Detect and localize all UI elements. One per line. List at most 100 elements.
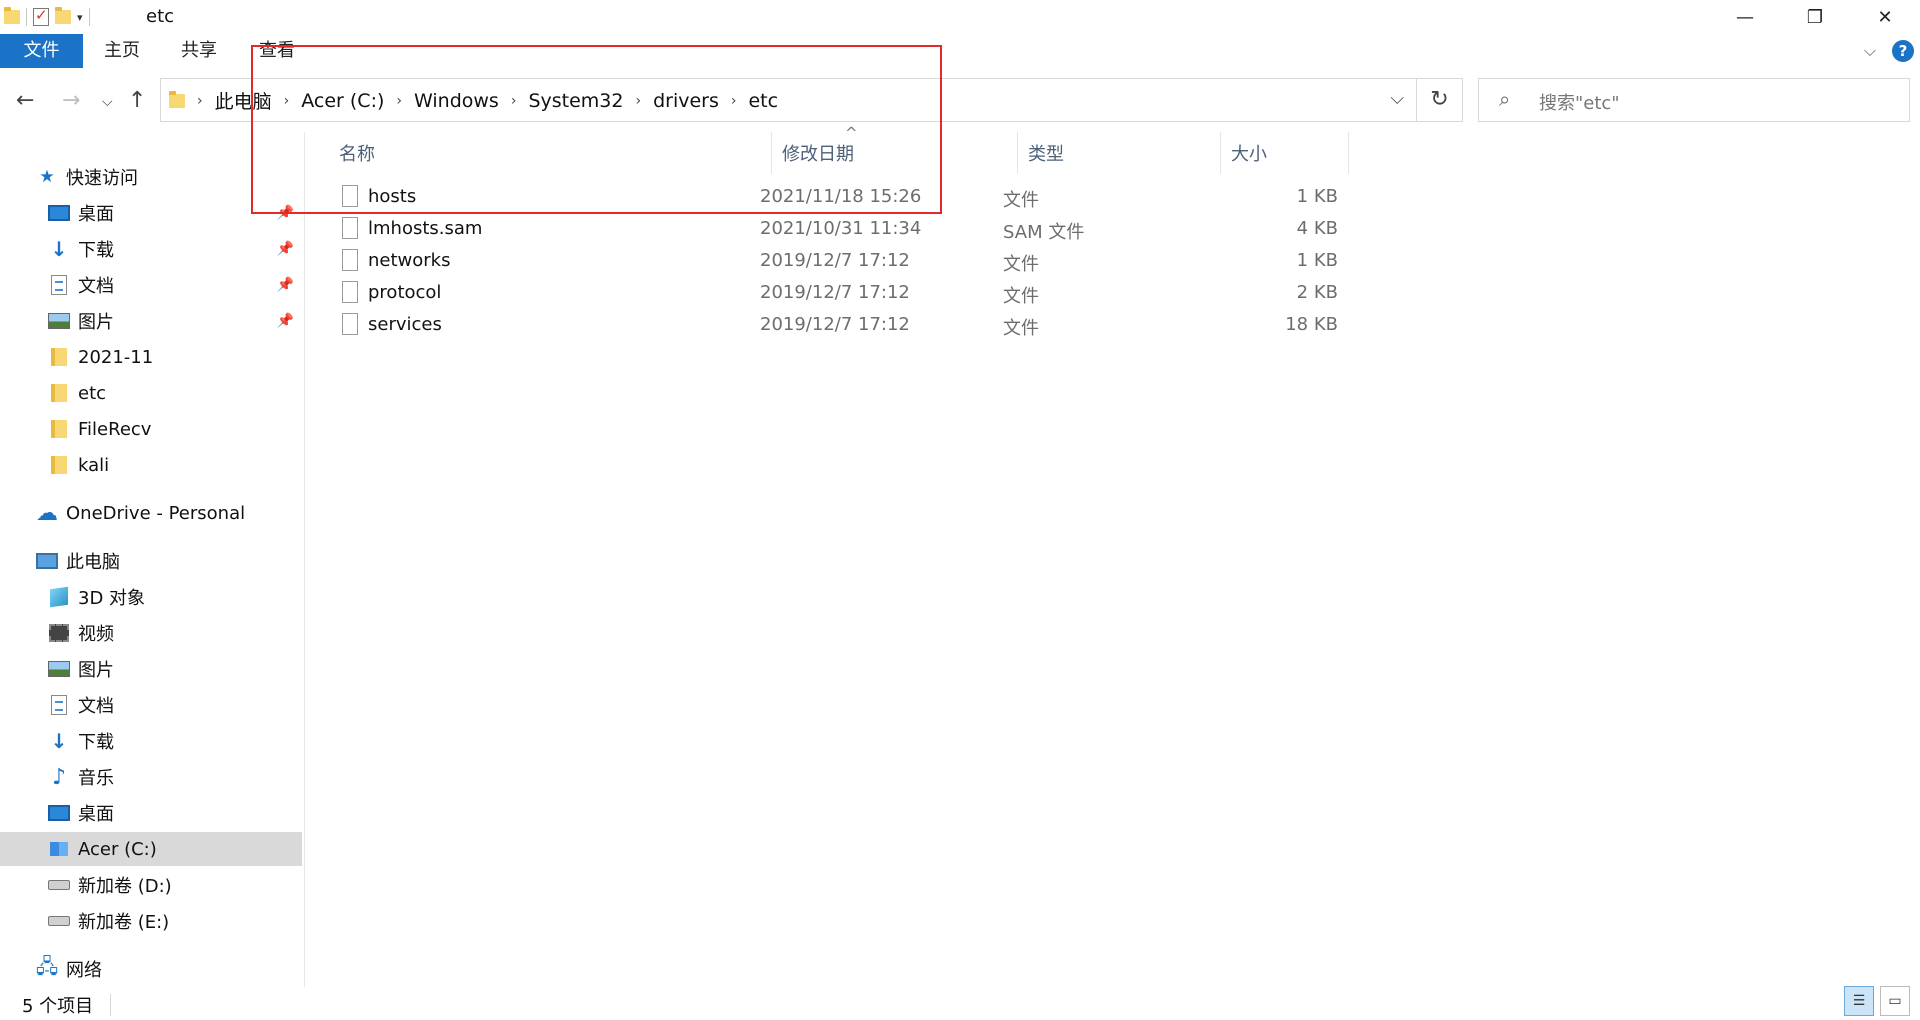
sidebar-item-label: 视频 xyxy=(78,624,114,645)
status-item-count: 5 个项目 xyxy=(22,996,94,1017)
table-row[interactable]: lmhosts.sam 2021/10/31 11:34 SAM 文件 4 KB xyxy=(330,214,1650,246)
pictures-icon xyxy=(48,311,70,331)
tab-share[interactable]: 共享 xyxy=(173,34,225,68)
computer-icon xyxy=(36,551,58,571)
tab-home[interactable]: 主页 xyxy=(96,34,148,68)
details-view-icon[interactable]: ☰ xyxy=(1844,986,1874,1016)
sidebar-item-label: FileRecv xyxy=(78,418,152,440)
table-row[interactable]: services 2019/12/7 17:12 文件 18 KB xyxy=(330,310,1650,342)
new-folder-icon[interactable] xyxy=(55,7,71,24)
folder-icon xyxy=(48,419,70,439)
red-highlight-box xyxy=(251,45,942,214)
tab-file[interactable]: 文件 xyxy=(0,34,83,68)
file-size: 2 KB xyxy=(1296,282,1338,303)
sidebar-item-label: etc xyxy=(78,382,107,404)
drive-icon xyxy=(48,875,70,895)
help-icon[interactable]: ? xyxy=(1892,40,1914,62)
file-name: protocol xyxy=(368,282,442,303)
star-icon: ★ xyxy=(39,167,55,187)
file-name: lmhosts.sam xyxy=(368,218,483,239)
sidebar-item-music[interactable]: ♪ 音乐 xyxy=(0,760,302,794)
sidebar-item-label: 新加卷 (E:) xyxy=(78,912,170,933)
folder-icon xyxy=(169,90,185,108)
expand-ribbon-icon[interactable]: ⌵ xyxy=(1864,41,1876,61)
download-icon: ↓ xyxy=(50,729,68,753)
c-drive-icon xyxy=(48,839,70,859)
sidebar-item-etc[interactable]: etc xyxy=(0,376,302,410)
sidebar-item-2021-11[interactable]: 2021-11 xyxy=(0,340,302,374)
file-type: 文件 xyxy=(1003,254,1039,275)
sidebar-item-pictures[interactable]: 图片 📌 xyxy=(0,304,302,338)
document-icon xyxy=(48,275,70,295)
back-arrow-icon[interactable]: ← xyxy=(16,88,34,113)
toolbar-separator xyxy=(88,8,90,26)
sidebar-item-label: 2021-11 xyxy=(78,346,154,368)
sidebar-item-desktop-pc[interactable]: 桌面 xyxy=(0,796,302,830)
document-icon xyxy=(48,695,70,715)
up-arrow-icon[interactable]: ↑ xyxy=(128,88,146,113)
close-button[interactable]: ✕ xyxy=(1850,0,1920,34)
pin-icon[interactable]: 📌 xyxy=(277,241,294,257)
large-icons-view-icon[interactable]: ▭ xyxy=(1880,986,1910,1016)
sidebar-item-acer-c[interactable]: Acer (C:) xyxy=(0,832,302,866)
file-name: services xyxy=(368,314,442,335)
sidebar-item-pictures-pc[interactable]: 图片 xyxy=(0,652,302,686)
sidebar-divider xyxy=(304,132,305,987)
sidebar-item-documents-pc[interactable]: 文档 xyxy=(0,688,302,722)
search-box[interactable]: ⌕ 搜索"etc" xyxy=(1478,78,1910,122)
table-row[interactable]: networks 2019/12/7 17:12 文件 1 KB xyxy=(330,246,1650,278)
customize-toolbar-dropdown-icon[interactable]: ▾ xyxy=(77,11,83,24)
sidebar-item-label: OneDrive - Personal xyxy=(66,502,246,524)
file-icon xyxy=(342,249,358,271)
sidebar-item-label: 音乐 xyxy=(78,768,114,789)
cloud-icon: ☁ xyxy=(36,500,58,526)
sidebar-item-downloads-pc[interactable]: ↓ 下载 xyxy=(0,724,302,758)
pin-icon[interactable]: 📌 xyxy=(277,313,294,329)
table-row[interactable]: protocol 2019/12/7 17:12 文件 2 KB xyxy=(330,278,1650,310)
sidebar-item-3d-objects[interactable]: 3D 对象 xyxy=(0,580,302,614)
sidebar-item-drive-e[interactable]: 新加卷 (E:) xyxy=(0,904,302,938)
sidebar-item-label: 此电脑 xyxy=(66,552,120,573)
file-date: 2019/12/7 17:12 xyxy=(760,250,910,271)
refresh-button[interactable]: ↻ xyxy=(1417,78,1463,122)
status-separator xyxy=(110,994,111,1016)
recent-locations-icon[interactable]: ⌵ xyxy=(102,94,113,110)
sidebar-item-onedrive[interactable]: ☁ OneDrive - Personal xyxy=(0,496,302,530)
chevron-right-icon[interactable]: › xyxy=(197,93,203,109)
network-icon: 🖧 xyxy=(35,954,59,978)
file-icon xyxy=(342,217,358,239)
sidebar-item-documents[interactable]: 文档 📌 xyxy=(0,268,302,302)
restore-button[interactable]: ❐ xyxy=(1780,0,1850,34)
properties-icon[interactable] xyxy=(33,6,49,26)
folder-icon xyxy=(48,455,70,475)
drive-icon xyxy=(48,911,70,931)
sidebar-item-kali[interactable]: kali xyxy=(0,448,302,482)
pin-icon[interactable]: 📌 xyxy=(277,277,294,293)
sidebar-item-drive-d[interactable]: 新加卷 (D:) xyxy=(0,868,302,902)
sidebar-item-this-pc[interactable]: 此电脑 xyxy=(0,544,302,578)
column-header-size[interactable]: 大小 xyxy=(1221,132,1349,174)
sidebar-item-label: 文档 xyxy=(78,276,114,297)
sidebar-item-label: 下载 xyxy=(78,240,114,261)
videos-icon xyxy=(48,623,70,643)
ribbon-right-controls: ⌵ ? xyxy=(1864,40,1914,62)
file-icon xyxy=(342,313,358,335)
folder-icon[interactable] xyxy=(4,7,20,24)
sidebar-item-downloads[interactable]: ↓ 下载 📌 xyxy=(0,232,302,266)
forward-arrow-icon[interactable]: → xyxy=(62,88,80,113)
sidebar-item-videos[interactable]: 视频 xyxy=(0,616,302,650)
search-placeholder[interactable]: 搜索"etc" xyxy=(1539,89,1620,115)
file-date: 2019/12/7 17:12 xyxy=(760,282,910,303)
column-header-type[interactable]: 类型 xyxy=(1018,132,1221,174)
pictures-icon xyxy=(48,659,70,679)
sidebar-item-network[interactable]: 🖧 网络 xyxy=(0,952,302,986)
window-title: etc xyxy=(146,6,175,27)
file-type: 文件 xyxy=(1003,286,1039,307)
address-history-dropdown-icon[interactable]: ⌵ xyxy=(1390,88,1404,109)
3d-objects-icon xyxy=(48,586,70,608)
minimize-button[interactable]: — xyxy=(1710,0,1780,34)
sidebar-item-filerecv[interactable]: FileRecv xyxy=(0,412,302,446)
file-date: 2021/10/31 11:34 xyxy=(760,218,922,239)
toolbar-separator xyxy=(26,8,27,26)
file-icon xyxy=(342,281,358,303)
